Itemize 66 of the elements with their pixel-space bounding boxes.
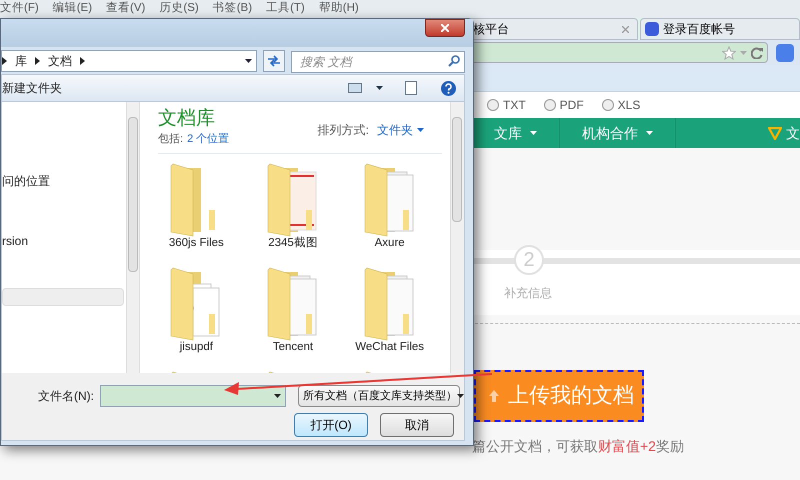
tab-title: 登录百度帐号 [663,21,736,38]
refresh-arrows-icon [267,54,281,66]
star-icon[interactable] [722,46,736,60]
preview-pane-icon[interactable] [405,81,417,95]
scroll-thumb[interactable] [452,117,462,222]
reward-text: 篇公开文档，可获取财富值+2奖励 [472,437,684,456]
menu-item[interactable]: 历史(S) [159,0,199,18]
filename-label: 文件名(N): [38,388,94,405]
chevron-icon [80,56,85,64]
includes-label: 包括: [158,132,184,147]
radio-button[interactable] [602,99,614,111]
filename-field[interactable] [100,385,286,407]
folder-name[interactable]: 360js Files [168,238,224,250]
menu-item[interactable]: 帮助(H) [318,0,359,18]
folder-name[interactable]: WeChat Files [355,342,424,354]
browser-tab[interactable]: 登录百度帐号 [640,18,800,40]
search-field[interactable]: 搜索 文档 [291,50,465,72]
breadcrumb-item[interactable]: 库 [15,52,27,70]
close-button[interactable] [425,19,465,37]
search-engine-icon[interactable] [776,44,794,62]
sort-label: 排列方式: [318,122,369,139]
caret-icon[interactable] [457,394,464,398]
menu-item[interactable]: 书签(B) [212,0,252,18]
logo-text: 文 [786,124,800,142]
sort-dropdown[interactable]: 文件夹 [377,121,424,139]
menu-item[interactable]: 工具(T) [266,0,305,18]
help-icon[interactable] [441,80,456,96]
folder-name[interactable]: jisupdf [180,342,213,354]
caret-icon[interactable] [376,86,383,90]
radio-button[interactable] [487,99,499,111]
format-label: PDF [560,97,584,114]
nav-pane-item[interactable]: 问的位置 [2,172,50,190]
caret-icon[interactable] [245,58,252,62]
library-title: 文档库 [158,107,216,131]
view-icon[interactable] [348,83,362,93]
radio-button[interactable] [544,99,556,111]
close-icon [441,24,449,32]
scroll-thumb[interactable] [128,117,138,272]
nav-pane-item[interactable]: rsion [2,232,28,250]
scrollbar[interactable] [126,102,140,373]
close-icon[interactable] [622,26,629,32]
menu-item[interactable]: 查看(V) [106,0,146,18]
breadcrumb-field[interactable]: 库 文档 [1,50,257,72]
refresh-button[interactable] [263,50,285,72]
folder-name[interactable]: Tencent [272,342,314,354]
chevron-icon [35,56,40,64]
chevron-icon [2,56,7,64]
upload-icon [488,389,500,403]
menu-item[interactable]: 编辑(E) [52,0,92,18]
folder-name[interactable]: Axure [374,238,405,250]
tab-title: 核平台 [473,21,510,38]
scrollbar[interactable] [450,102,464,373]
dialog-button[interactable]: 取消 [380,413,454,437]
v-logo-icon [768,126,782,140]
breadcrumb-item[interactable]: 文档 [48,52,72,70]
dialog-button[interactable]: 打开(O) [294,413,368,437]
format-label: XLS [618,97,640,114]
format-label: TXT [503,97,526,114]
new-folder-button[interactable]: 新建文件夹 [2,79,62,97]
search-icon[interactable] [448,54,460,66]
reload-icon[interactable] [751,46,763,58]
step-label: 补充信息 [504,285,552,302]
locations-link[interactable]: 2 个位置 [187,130,230,148]
folder-name[interactable]: 2345截图 [268,238,318,250]
caret-icon[interactable] [274,394,281,398]
menu-item[interactable]: 文件(F) [0,0,39,18]
